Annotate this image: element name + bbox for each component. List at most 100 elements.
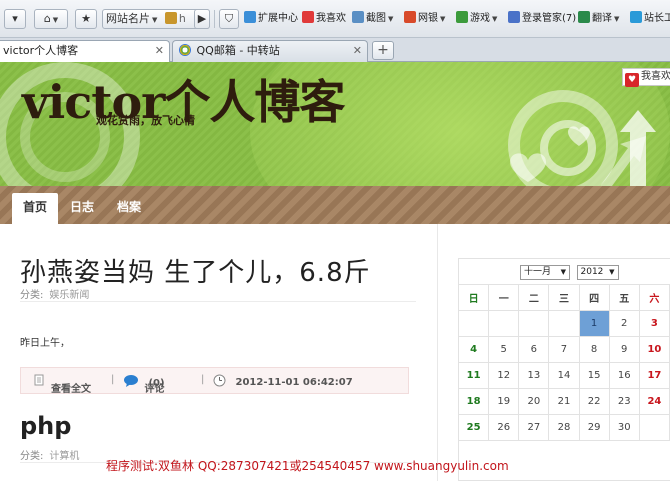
calendar-weekday: 三 xyxy=(548,284,580,311)
calendar-day[interactable]: 1 xyxy=(578,310,610,337)
category-label: 分类: xyxy=(20,451,44,462)
banner-arrows-decoration xyxy=(510,110,656,186)
webmaster-button[interactable]: 站长工 xyxy=(630,9,670,29)
browser-toolbar: ▾ ⌂ ▼ ★ 网站名片 ▼ h ▶ ⛉ 扩展中心 我喜欢 截图 ▼ 网银 ▼ 游戏 ▼ … xyxy=(0,0,670,38)
month-select[interactable]: 十一月 ▼ xyxy=(520,265,570,280)
calendar-day[interactable]: 24 xyxy=(638,388,670,415)
calendar-day[interactable]: 8 xyxy=(578,336,610,363)
calendar-day[interactable]: 4 xyxy=(457,336,490,363)
nav-archive[interactable]: 档案 xyxy=(108,196,150,224)
calendar-week-row: 25 26 27 28 29 30 xyxy=(457,414,670,441)
games-button[interactable]: 游戏 ▼ xyxy=(456,9,497,29)
calendar-grid: 日一二三四五六 1 2 3 4 5 6 7 8 9 10 11 12 13 14 15 16 17 18 19 20 21… xyxy=(457,284,670,441)
calendar-day[interactable]: 6 xyxy=(518,336,550,363)
main-content: 孙燕姿当妈 生了个儿，6.8斤 分类: 娱乐新闻 昨日上午， 查看全文 | 评论 … xyxy=(0,224,670,481)
calendar-day[interactable]: 29 xyxy=(578,414,610,441)
category-link[interactable]: 娱乐新闻 xyxy=(49,290,89,301)
new-tab-button[interactable]: + xyxy=(372,41,394,60)
tab-qq-mail[interactable]: QQ邮箱 - 中转站 ✕ xyxy=(172,40,368,62)
chevron-down-icon: ▼ xyxy=(614,15,620,23)
nav-posts[interactable]: 日志 xyxy=(62,196,102,224)
calendar-day[interactable]: 18 xyxy=(457,388,490,415)
home-button[interactable]: ⌂ ▼ xyxy=(34,9,68,29)
calendar-day[interactable]: 26 xyxy=(488,414,520,441)
toolbar-separator xyxy=(214,10,215,28)
like-toolbar-button[interactable]: 我喜欢 xyxy=(302,9,346,29)
post-title[interactable]: php xyxy=(20,412,71,440)
tab-label: QQ邮箱 - 中转站 xyxy=(196,44,280,57)
post-datetime-group: 2012-11-01 06:42:07 xyxy=(213,374,353,388)
close-icon[interactable]: ✕ xyxy=(353,41,362,61)
blog-subtitle: 观花赏雨，放飞心情 xyxy=(96,114,195,127)
calendar-day[interactable]: 23 xyxy=(608,388,640,415)
translate-label: 翻译 xyxy=(592,13,612,24)
calendar-day[interactable]: 17 xyxy=(638,362,670,389)
calendar-day[interactable]: 27 xyxy=(518,414,550,441)
calendar-weekday: 日 xyxy=(457,284,490,311)
calendar-week-row: 123 xyxy=(457,310,670,337)
read-more-link[interactable]: 查看全文 xyxy=(33,374,91,395)
speech-bubble-icon xyxy=(124,375,138,387)
shield-button[interactable]: ⛉ xyxy=(219,9,239,29)
calendar-day[interactable]: 16 xyxy=(608,362,640,389)
calendar-day[interactable]: 10 xyxy=(638,336,670,363)
calendar-day[interactable]: 22 xyxy=(578,388,610,415)
year-select[interactable]: 2012 ▼ xyxy=(576,265,619,280)
webmaster-icon xyxy=(630,11,642,23)
webmaster-label: 站长工 xyxy=(644,13,670,24)
like-button[interactable]: ♥ 我喜欢 xyxy=(622,68,670,87)
calendar-day[interactable]: 5 xyxy=(488,336,520,363)
chevron-down-icon: ▼ xyxy=(440,15,446,23)
calendar-day[interactable]: 30 xyxy=(608,414,640,441)
calendar-day[interactable]: 7 xyxy=(548,336,580,363)
post-title[interactable]: 孙燕姿当妈 生了个儿，6.8斤 xyxy=(20,252,371,289)
plus-icon: + xyxy=(377,42,389,58)
back-dropdown-button[interactable]: ▾ xyxy=(4,9,26,29)
calendar-day[interactable]: 20 xyxy=(518,388,550,415)
screenshot-button[interactable]: 截图 ▼ xyxy=(352,9,393,29)
calendar-day[interactable]: 12 xyxy=(488,362,520,389)
extensions-label: 扩展中心 xyxy=(258,13,298,24)
category-label: 分类: xyxy=(20,290,44,301)
calendar-day[interactable]: 28 xyxy=(548,414,580,441)
close-icon[interactable]: ✕ xyxy=(155,41,164,61)
netbank-button[interactable]: 网银 ▼ xyxy=(404,9,445,29)
calendar-day[interactable]: 15 xyxy=(578,362,610,389)
chevron-down-icon: ▼ xyxy=(52,16,59,24)
like-toolbar-label: 我喜欢 xyxy=(316,13,346,24)
site-card-label: 网站名片 xyxy=(106,12,150,25)
play-icon: ▶ xyxy=(197,12,207,25)
year-value: 2012 xyxy=(580,267,604,277)
calendar-weekday-row: 日一二三四五六 xyxy=(457,284,670,311)
calendar-day[interactable]: 14 xyxy=(548,362,580,389)
calendar-day[interactable]: 21 xyxy=(548,388,580,415)
calendar-day[interactable]: 9 xyxy=(608,336,640,363)
blog-header-banner: victor个人博客 观花赏雨，放飞心情 ♥ 我喜欢 xyxy=(0,62,670,186)
calendar-day[interactable]: 19 xyxy=(488,388,520,415)
login-manager-label: 登录管家(7) xyxy=(522,13,577,24)
calendar-weekday: 四 xyxy=(578,284,610,311)
chevron-down-icon: ▾ xyxy=(12,12,18,25)
go-forward-button[interactable]: ▶ xyxy=(194,9,210,29)
login-manager-button[interactable]: 登录管家(7) xyxy=(508,9,576,29)
tab-bar: victor个人博客 ✕ QQ邮箱 - 中转站 ✕ + xyxy=(0,38,670,62)
document-icon xyxy=(34,374,44,386)
extensions-button[interactable]: 扩展中心 xyxy=(244,9,298,29)
tab-victor-blog[interactable]: victor个人博客 ✕ xyxy=(0,40,170,62)
games-label: 游戏 xyxy=(470,13,490,24)
clock-icon xyxy=(213,374,226,387)
nav-home[interactable]: 首页 xyxy=(12,193,58,224)
calendar-day[interactable]: 3 xyxy=(638,310,670,337)
calendar-day[interactable]: 13 xyxy=(518,362,550,389)
calendar-day xyxy=(488,310,520,337)
favorites-button[interactable]: ★ xyxy=(75,9,97,29)
category-link[interactable]: 计算机 xyxy=(49,451,79,462)
calendar-day[interactable]: 2 xyxy=(608,310,640,337)
comments-link[interactable]: 评论 (0) xyxy=(123,374,165,395)
gamepad-icon xyxy=(456,11,468,23)
calendar-day xyxy=(548,310,580,337)
translate-button[interactable]: 翻译 ▼ xyxy=(578,9,619,29)
calendar-day[interactable]: 11 xyxy=(457,362,490,389)
calendar-day[interactable]: 25 xyxy=(457,414,490,441)
calendar-week-row: 11 12 13 14 15 16 17 xyxy=(457,362,670,389)
